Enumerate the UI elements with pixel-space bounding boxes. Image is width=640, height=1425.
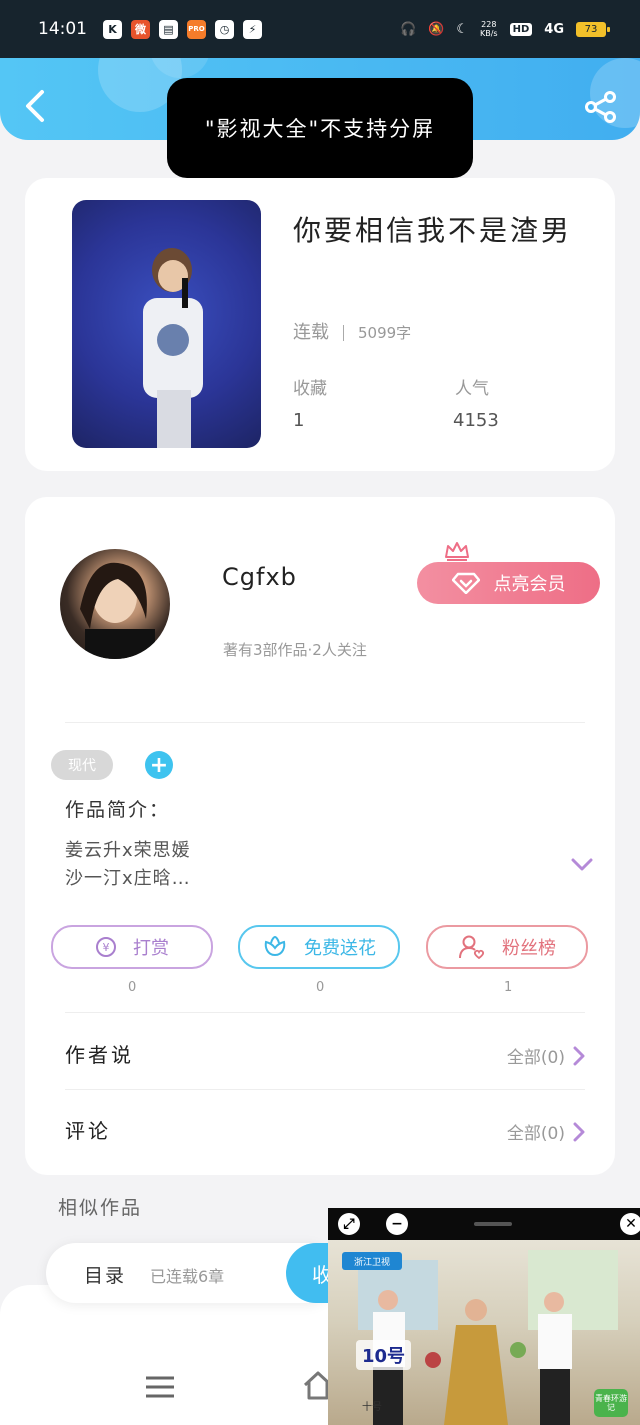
chevron-right-icon bbox=[573, 1122, 585, 1141]
battery-icon: 73 bbox=[576, 21, 610, 37]
intro-text: 姜云升x荣思媛 沙一汀x庄晗… bbox=[65, 840, 191, 889]
net-speed: 228 KB/s bbox=[480, 20, 498, 38]
fan-ranking-button[interactable]: 粉丝榜 bbox=[426, 925, 588, 969]
divider bbox=[65, 722, 585, 723]
pip-video-window[interactable]: ⤢ − ✕ 浙江卫视 10号 十号 青春环游记 bbox=[328, 1208, 640, 1425]
clock-app-icon: ◷ bbox=[215, 19, 234, 39]
author-says-view-all[interactable]: 全部(0) bbox=[507, 1043, 585, 1068]
flash-app-icon: ⚡ bbox=[243, 19, 262, 39]
minimize-icon[interactable]: − bbox=[386, 1213, 408, 1235]
author-name[interactable]: Cgfxb bbox=[222, 563, 297, 591]
headphone-icon: 🎧 bbox=[399, 21, 417, 37]
pro-app-icon: PRO bbox=[187, 19, 206, 39]
moon-icon: ☾ bbox=[456, 21, 468, 37]
book-info-card: 你要相信我不是渣男 连载 5099字 收藏 1 人气 4153 bbox=[25, 178, 615, 471]
comments-label[interactable]: 评论 bbox=[65, 1115, 111, 1144]
tip-button[interactable]: ¥ 打赏 bbox=[51, 925, 213, 969]
book-title: 你要相信我不是渣男 bbox=[293, 214, 573, 247]
yuan-coin-icon: ¥ bbox=[96, 937, 116, 957]
video-caption: 十号 bbox=[362, 1402, 382, 1413]
crown-icon bbox=[445, 542, 469, 561]
divider bbox=[65, 1089, 585, 1090]
favorites-label: 收藏 bbox=[293, 379, 327, 399]
status-bar: 14:01 K 微 ▤ PRO ◷ ⚡ 🎧 🔕 ☾ 228 KB/s HD 4G… bbox=[0, 0, 640, 58]
mute-bell-icon: 🔕 bbox=[428, 21, 445, 37]
popularity-value: 4153 bbox=[453, 410, 499, 431]
expand-icon[interactable]: ⤢ bbox=[338, 1213, 360, 1235]
book-status: 连载 bbox=[293, 322, 329, 343]
popularity-label: 人气 bbox=[455, 379, 489, 399]
chevron-right-icon bbox=[573, 1046, 585, 1065]
cover-performer-figure bbox=[143, 248, 203, 448]
status-app-icons: K 微 ▤ PRO ◷ ⚡ bbox=[103, 19, 262, 39]
diamond-icon bbox=[451, 572, 480, 594]
similar-works-heading: 相似作品 bbox=[58, 1197, 143, 1219]
chevron-down-icon[interactable] bbox=[571, 857, 593, 873]
activate-vip-button[interactable]: 点亮会员 bbox=[417, 562, 600, 604]
send-flower-button[interactable]: 免费送花 bbox=[238, 925, 400, 969]
tip-count: 0 bbox=[128, 980, 137, 995]
show-logo: 青春环游记 bbox=[594, 1389, 628, 1417]
status-time: 14:01 bbox=[38, 19, 87, 39]
genre-tag[interactable]: 现代 bbox=[51, 750, 113, 780]
svg-text:¥: ¥ bbox=[103, 941, 110, 954]
weibo-icon: 微 bbox=[131, 19, 150, 39]
calendar-icon: ▤ bbox=[159, 19, 178, 39]
author-avatar[interactable] bbox=[60, 549, 170, 659]
comments-view-all[interactable]: 全部(0) bbox=[507, 1119, 585, 1144]
avatar-portrait bbox=[80, 562, 155, 659]
book-cover-image[interactable] bbox=[72, 200, 261, 448]
back-arrow-icon[interactable] bbox=[20, 88, 50, 124]
intro-label: 作品简介： bbox=[65, 799, 171, 821]
close-icon[interactable]: ✕ bbox=[620, 1213, 640, 1235]
contestant-tag: 10号 bbox=[356, 1340, 412, 1370]
divider bbox=[65, 1012, 585, 1013]
book-word-count: 5099字 bbox=[358, 324, 412, 342]
menu-icon[interactable] bbox=[146, 1376, 174, 1398]
toc-label: 目录 bbox=[84, 1265, 127, 1287]
author-card: Cgfxb 点亮会员 著有3部作品·2人关注 现代 + 作品简介： 姜云升x荣思… bbox=[25, 497, 615, 1175]
drag-handle[interactable] bbox=[474, 1222, 512, 1226]
pip-control-bar: ⤢ − ✕ bbox=[328, 1208, 640, 1240]
flower-icon bbox=[264, 935, 286, 957]
toc-status: 已连载6章 bbox=[150, 1267, 225, 1286]
fan-count: 1 bbox=[504, 980, 513, 995]
signal-icon: 4G bbox=[544, 21, 564, 37]
fan-user-heart-icon bbox=[459, 935, 485, 960]
author-says-label[interactable]: 作者说 bbox=[65, 1039, 134, 1068]
pip-video-frame[interactable]: 浙江卫视 10号 十号 青春环游记 bbox=[328, 1240, 640, 1425]
book-meta: 连载 5099字 bbox=[293, 318, 411, 344]
k-app-icon: K bbox=[103, 19, 122, 39]
flower-count: 0 bbox=[316, 980, 325, 995]
status-indicators: 🎧 🔕 ☾ 228 KB/s HD 4G 73 bbox=[399, 20, 610, 38]
channel-logo: 浙江卫视 bbox=[342, 1252, 402, 1270]
add-tag-button[interactable]: + bbox=[145, 751, 173, 779]
author-works-info: 著有3部作品·2人关注 bbox=[223, 641, 367, 659]
share-icon[interactable] bbox=[584, 90, 618, 124]
split-screen-toast: "影视大全"不支持分屏 bbox=[167, 78, 473, 178]
hd-badge: HD bbox=[509, 22, 533, 36]
favorites-value: 1 bbox=[293, 410, 305, 431]
